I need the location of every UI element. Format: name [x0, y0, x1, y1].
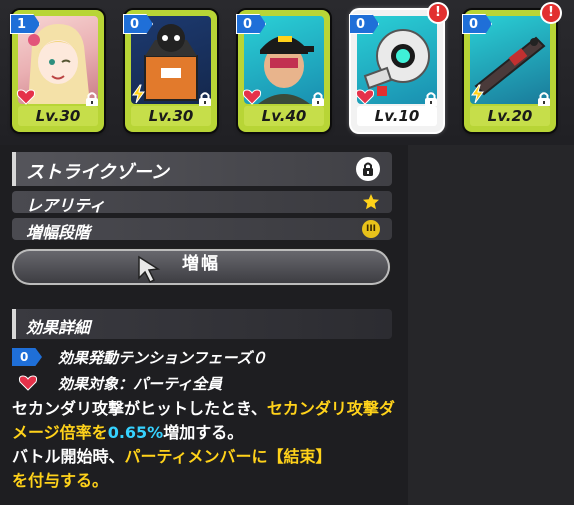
- heart-icon: [242, 89, 262, 105]
- aug-stage-row: 増幅段階 III: [12, 218, 392, 242]
- stage-icon: III: [362, 220, 380, 238]
- desc-part-1-end: 増加する。: [163, 423, 244, 442]
- lock-icon: [312, 92, 324, 106]
- aug-stage-label: 増幅段階: [26, 223, 91, 242]
- desc-highlight-3: を付与する。: [12, 471, 109, 490]
- card-2[interactable]: 0 Lv.30: [123, 10, 217, 132]
- card-1[interactable]: 1 Lv.30: [10, 10, 104, 132]
- card-level: Lv.10: [357, 106, 437, 126]
- title-bar-accent: [12, 152, 16, 186]
- item-title: ストライクゾーン: [26, 162, 169, 183]
- effect-header-row: 効果詳細: [12, 309, 392, 339]
- card-level: Lv.30: [18, 106, 98, 126]
- heart-icon: [355, 89, 375, 105]
- card-level: Lv.30: [131, 106, 211, 126]
- desc-value: 0.65%: [107, 423, 164, 442]
- bolt-icon: [471, 84, 484, 104]
- card-5[interactable]: 0 ! Lv.20: [462, 4, 560, 132]
- lock-icon: [538, 92, 550, 106]
- rarity-row: レアリティ: [12, 191, 392, 215]
- lock-icon: [86, 92, 98, 106]
- top-bar: 1 Lv.30 0 Lv.30 0 Lv.40 0 ! Lv.10 0 ! Lv…: [0, 0, 574, 145]
- card-level: Lv.40: [244, 106, 324, 126]
- card-4-selected[interactable]: 0 ! Lv.10: [349, 4, 447, 132]
- star-icon: [363, 194, 379, 210]
- target-text: 効果対象：パーティ全員: [58, 375, 223, 393]
- desc-part-2: バトル開始時、: [12, 447, 125, 466]
- effect-header: 効果詳細: [26, 318, 91, 337]
- augment-button-label: 増幅: [182, 254, 220, 274]
- lock-icon: [199, 92, 211, 106]
- effect-description: セカンダリ攻撃がヒットしたとき、セカンダリ攻撃ダメージ倍率を0.65%増加する。…: [12, 397, 404, 493]
- heart-icon: [16, 89, 36, 105]
- lock-toggle-button[interactable]: [356, 157, 380, 181]
- heart-icon: [18, 375, 38, 391]
- augment-button[interactable]: 増幅: [12, 249, 390, 285]
- alert-icon: !: [429, 4, 447, 22]
- title-row: ストライクゾーン: [12, 152, 392, 186]
- lock-icon: [425, 92, 437, 106]
- bolt-icon: [132, 84, 145, 104]
- header-bar-accent: [12, 309, 16, 339]
- card-row: 1 Lv.30 0 Lv.30 0 Lv.40 0 ! Lv.10 0 ! Lv…: [10, 4, 572, 136]
- rarity-label: レアリティ: [26, 196, 106, 215]
- card-level: Lv.20: [470, 106, 550, 126]
- alert-icon: !: [542, 4, 560, 22]
- lock-icon: [363, 162, 373, 176]
- desc-part-1: セカンダリ攻撃がヒットしたとき、: [12, 399, 267, 418]
- desc-highlight-2: パーティメンバーに【結束】: [124, 447, 332, 466]
- phase-text: 効果発動テンションフェーズ０: [58, 349, 267, 367]
- card-3[interactable]: 0 Lv.40: [236, 10, 330, 132]
- side-panel: [408, 145, 574, 505]
